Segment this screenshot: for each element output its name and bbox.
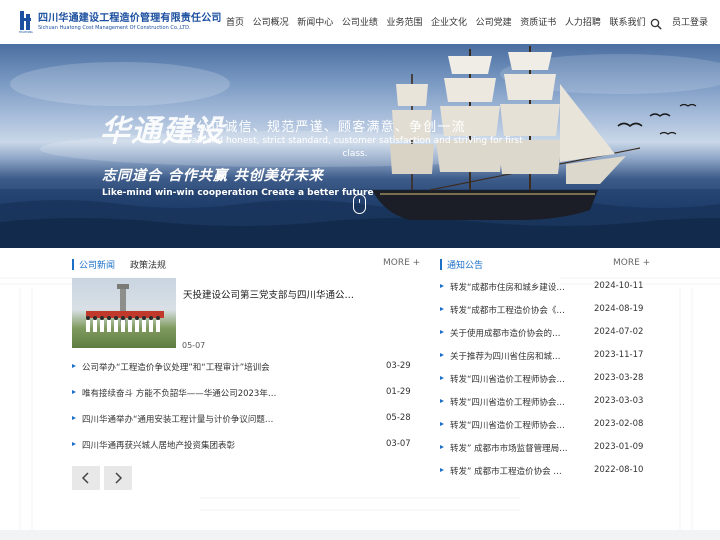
notice-item-title[interactable]: 转发“成都市住房和城乡建设…: [450, 281, 565, 293]
mouse-scroll-icon[interactable]: [353, 194, 366, 214]
banner-slogan-cn: 公正诚信、规范严谨、顾客满意、争创一流: [196, 120, 466, 135]
bullet-icon: [440, 307, 444, 311]
bullet-icon: [440, 284, 444, 288]
banner-subtitle-en: Like-mind win-win cooperation Create a b…: [102, 188, 374, 198]
bullet-icon: [440, 353, 444, 357]
nav-item-news-center[interactable]: 新闻中心: [297, 15, 333, 28]
news-item-date: 03-29: [386, 361, 411, 371]
nav-item-certificates[interactable]: 资质证书: [520, 15, 556, 28]
chevron-left-icon: [81, 472, 89, 484]
hero-banner: 华通建设 公正诚信、规范严谨、顾客满意、争创一流 Fair and honest…: [0, 44, 720, 248]
notice-item-title[interactable]: 转发” 成都市市场监督管理局…: [450, 442, 568, 454]
logo-company-name-en: Sichuan Huatong Cost Management Of Const…: [38, 24, 191, 31]
bullet-icon: [440, 445, 444, 449]
bullet-icon: [72, 442, 76, 446]
news-section-header: 公司新闻 政策法规: [72, 256, 166, 272]
notice-item-date: 2024-07-02: [594, 327, 644, 337]
notice-item-date: 2023-03-28: [594, 373, 644, 383]
notice-item-date: 2023-02-08: [594, 419, 644, 429]
next-button[interactable]: [104, 466, 132, 490]
tab-notices[interactable]: 通知公告: [447, 258, 483, 271]
news-item-title[interactable]: 公司举办“工程造价争议处理”和“工程审计”培训会: [82, 361, 270, 373]
featured-news-date: 05-07: [182, 341, 206, 350]
bullet-icon: [440, 422, 444, 426]
search-icon[interactable]: [650, 15, 662, 30]
featured-news-image[interactable]: [72, 278, 176, 348]
news-item-title[interactable]: 唯有接续奋斗 方能不负韶华——华通公司2023年…: [82, 387, 276, 399]
footer-strip: [0, 530, 720, 540]
tab-company-news[interactable]: 公司新闻: [79, 258, 115, 271]
bullet-icon: [72, 390, 76, 394]
bullet-icon: [72, 364, 76, 368]
nav-item-contact[interactable]: 联系我们: [609, 15, 645, 28]
news-more-link[interactable]: MORE +: [383, 258, 420, 268]
site-header: HUATONG 四川华通建设工程造价管理有限责任公司 Sichuan Huato…: [0, 0, 720, 44]
logo-mark-icon: HUATONG: [19, 10, 35, 34]
tab-policies-regulations[interactable]: 政策法规: [130, 258, 166, 271]
featured-news-title[interactable]: 天投建设公司第三党支部与四川华通公…: [183, 287, 354, 301]
notice-item-date: 2023-01-09: [594, 442, 644, 452]
nav-item-home[interactable]: 首页: [226, 15, 244, 28]
nav-item-company-overview[interactable]: 公司概况: [253, 15, 289, 28]
bullet-icon: [440, 376, 444, 380]
notice-item-title[interactable]: 转发“四川省造价工程师协会…: [450, 373, 565, 385]
logo-company-name-cn: 四川华通建设工程造价管理有限责任公司: [38, 12, 222, 24]
staff-login-link[interactable]: 员工登录: [672, 15, 708, 28]
company-logo[interactable]: HUATONG 四川华通建设工程造价管理有限责任公司 Sichuan Huato…: [19, 9, 222, 35]
bullet-icon: [72, 416, 76, 420]
bullet-icon: [440, 330, 444, 334]
banner-subtitle-cn: 志同道合 合作共赢 共创美好未来: [102, 168, 324, 184]
notice-section-header: 通知公告: [440, 256, 483, 272]
news-item-title[interactable]: 四川华通举办“通用安装工程计量与计价争议问题…: [82, 413, 273, 425]
bullet-icon: [440, 399, 444, 403]
notice-item-date: 2023-03-03: [594, 396, 644, 406]
nav-item-recruitment[interactable]: 人力招聘: [565, 15, 601, 28]
notice-item-date: 2024-10-11: [594, 281, 644, 291]
chevron-right-icon: [115, 472, 123, 484]
bullet-icon: [440, 468, 444, 472]
banner-slogan-en: Fair and honest, strict standard, custom…: [187, 136, 523, 159]
nav-item-company-performance[interactable]: 公司业绩: [342, 15, 378, 28]
notice-item-title[interactable]: 转发“四川省造价工程师协会…: [450, 396, 565, 408]
nav-item-corporate-culture[interactable]: 企业文化: [431, 15, 467, 28]
nav-item-party-building[interactable]: 公司党建: [476, 15, 512, 28]
notice-item-date: 2024-08-19: [594, 304, 644, 314]
logo-mark-text: HUATONG: [19, 30, 33, 34]
notice-item-title[interactable]: 转发“四川省造价工程师协会…: [450, 419, 565, 431]
news-item-date: 05-28: [386, 413, 411, 423]
notice-item-title[interactable]: 转发” 成都市工程造价协会 …: [450, 465, 562, 477]
nav-item-business-scope[interactable]: 业务范围: [386, 15, 422, 28]
notice-item-date: 2023-11-17: [594, 350, 644, 360]
notice-item-title[interactable]: 关于推荐为四川省住房和城…: [450, 350, 561, 362]
news-item-date: 01-29: [386, 387, 411, 397]
news-item-title[interactable]: 四川华通再获兴城人居地产投资集团表彰: [82, 439, 235, 451]
notices-more-link[interactable]: MORE +: [613, 258, 650, 268]
notice-item-date: 2022-08-10: [594, 465, 644, 475]
news-item-date: 03-07: [386, 439, 411, 449]
notice-item-title[interactable]: 转发“成都市工程造价协会《…: [450, 304, 565, 316]
prev-button[interactable]: [72, 466, 100, 490]
main-nav: 首页 公司概况 新闻中心 公司业绩 业务范围 企业文化 公司党建 资质证书 人力…: [226, 15, 654, 28]
notice-item-title[interactable]: 关于使用成都市造价协会的…: [450, 327, 561, 339]
